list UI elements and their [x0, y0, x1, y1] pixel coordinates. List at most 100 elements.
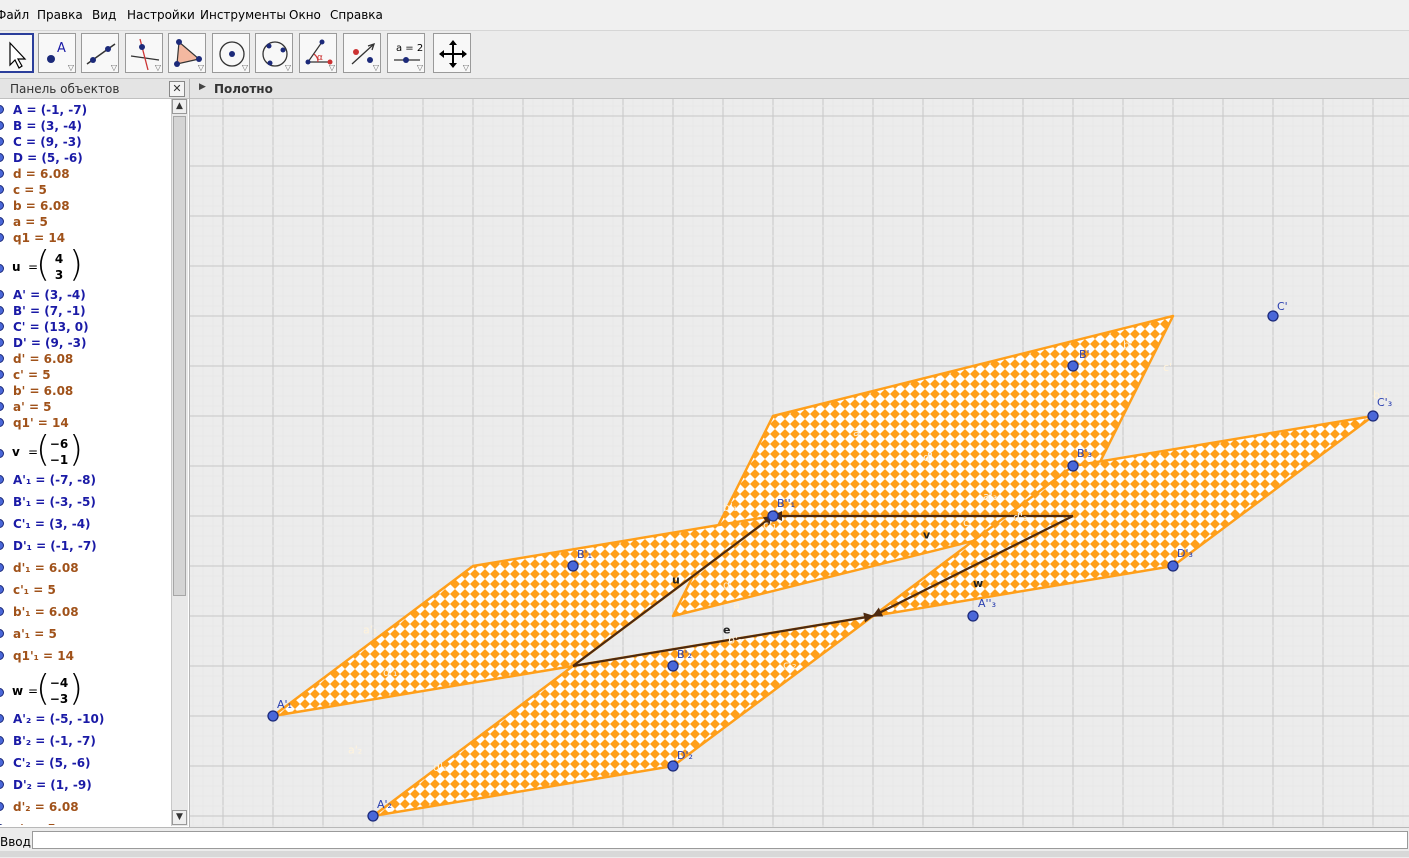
visibility-toggle[interactable] — [0, 153, 4, 162]
point[interactable] — [767, 510, 779, 522]
scroll-thumb[interactable] — [173, 116, 186, 596]
point[interactable] — [967, 610, 979, 622]
move-tool-button[interactable] — [0, 33, 34, 73]
menu-window[interactable]: Окно — [289, 8, 321, 22]
visibility-toggle[interactable] — [0, 585, 4, 594]
menu-edit[interactable]: Правка — [37, 8, 83, 22]
visibility-toggle[interactable] — [0, 629, 4, 638]
visibility-toggle[interactable] — [0, 354, 4, 363]
move-arrow-icon — [9, 41, 27, 69]
visibility-toggle[interactable] — [0, 370, 4, 379]
point[interactable] — [367, 810, 379, 822]
visibility-toggle[interactable] — [0, 185, 4, 194]
circle-three-points-tool-button[interactable]: ▽ — [255, 33, 293, 73]
visibility-toggle[interactable] — [0, 290, 4, 299]
visibility-toggle[interactable] — [0, 541, 4, 550]
visibility-toggle[interactable] — [0, 519, 4, 528]
visibility-toggle[interactable] — [0, 233, 4, 242]
visibility-toggle[interactable] — [0, 169, 4, 178]
visibility-toggle[interactable] — [0, 402, 4, 411]
vector-matrix: (−4 −3) — [36, 668, 84, 709]
menu-help[interactable]: Справка — [330, 8, 383, 22]
edge-label: a'₁ — [363, 624, 377, 637]
input-field[interactable] — [32, 831, 1408, 849]
vector-label: v — [923, 529, 931, 542]
point[interactable] — [1067, 460, 1079, 472]
point[interactable] — [567, 560, 579, 572]
point-label: B' — [1079, 348, 1090, 361]
circle-tool-button[interactable]: ▽ — [212, 33, 250, 73]
algebra-scrollbar[interactable]: ▲ ▼ — [171, 99, 188, 826]
visibility-toggle[interactable] — [0, 201, 4, 210]
visibility-toggle[interactable] — [0, 418, 4, 427]
graphics-view-header: ▶ Полотно — [190, 79, 1409, 99]
menu-tools[interactable]: Инструменты — [200, 8, 286, 22]
visibility-toggle[interactable] — [0, 497, 4, 506]
graphics-view[interactable]: uvwe b'c'a'd'b'₃c'₃b'₁c'₁d'₃a'₃a'₁d'₁cad… — [190, 99, 1409, 827]
visibility-toggle[interactable] — [0, 824, 4, 825]
visibility-toggle[interactable] — [0, 651, 4, 660]
visibility-toggle[interactable] — [0, 306, 4, 315]
visibility-toggle[interactable] — [0, 802, 4, 811]
svg-text:a = 2: a = 2 — [396, 43, 423, 54]
algebra-item-text: q1'₁ = 14 — [13, 649, 74, 663]
menu-file[interactable]: Файл — [0, 8, 29, 22]
scroll-down-arrow-icon[interactable]: ▼ — [172, 810, 187, 825]
angle-tool-button[interactable]: α ▽ — [299, 33, 337, 73]
edge-label: b'₁ — [723, 501, 737, 514]
vector-label: u — [672, 574, 680, 587]
edge-label: d'₂ — [433, 761, 447, 774]
visibility-toggle[interactable] — [0, 449, 4, 458]
point-label: C' — [1277, 300, 1288, 313]
visibility-toggle[interactable] — [0, 688, 4, 697]
point[interactable] — [1167, 560, 1179, 572]
algebra-item-text: c'₂ = 5 — [13, 822, 56, 825]
point[interactable] — [667, 660, 679, 672]
algebra-item-text: C'₁ = (3, -4) — [13, 517, 91, 531]
move-graphics-tool-button[interactable]: ▽ — [433, 33, 471, 73]
perpendicular-tool-button[interactable]: ▽ — [125, 33, 163, 73]
point[interactable] — [1067, 360, 1079, 372]
polygon-tool-button[interactable]: ▽ — [168, 33, 206, 73]
toolbar: A ▽ ▽ ▽ ▽ ▽ ▽ α ▽ ▽ a = 2 ▽ ▽ — [0, 31, 1409, 79]
visibility-toggle[interactable] — [0, 714, 4, 723]
visibility-toggle[interactable] — [0, 137, 4, 146]
vector-label: w — [973, 577, 983, 590]
edge-label: b'₂ — [728, 634, 742, 647]
algebra-view-header: Панель объектов ✕ — [0, 79, 189, 99]
algebra-item-text: c'₁ = 5 — [13, 583, 56, 597]
menu-settings[interactable]: Настройки — [127, 8, 195, 22]
point[interactable] — [667, 760, 679, 772]
point[interactable] — [267, 710, 279, 722]
visibility-toggle[interactable] — [0, 736, 4, 745]
reflect-tool-button[interactable]: ▽ — [343, 33, 381, 73]
edge-label: a' — [853, 426, 863, 439]
vector-name: u — [12, 260, 21, 274]
visibility-toggle[interactable] — [0, 386, 4, 395]
scroll-up-arrow-icon[interactable]: ▲ — [172, 99, 187, 114]
point-label: D'₂ — [677, 749, 693, 762]
visibility-toggle[interactable] — [0, 758, 4, 767]
visibility-toggle[interactable] — [0, 121, 4, 130]
slider-tool-button[interactable]: a = 2 ▽ — [387, 33, 425, 73]
point-tool-button[interactable]: A ▽ — [38, 33, 76, 73]
algebra-item-text: C' = (13, 0) — [13, 320, 89, 334]
visibility-toggle[interactable] — [0, 563, 4, 572]
visibility-toggle[interactable] — [0, 217, 4, 226]
menu-view[interactable]: Вид — [92, 8, 116, 22]
algebra-view: Панель объектов ✕ A = (-1, -7) B = (3, -4… — [0, 79, 190, 827]
line-tool-button[interactable]: ▽ — [81, 33, 119, 73]
status-strip — [0, 851, 1409, 857]
visibility-toggle[interactable] — [0, 475, 4, 484]
visibility-toggle[interactable] — [0, 105, 4, 114]
algebra-item-text: A'₁ = (-7, -8) — [13, 473, 96, 487]
point[interactable] — [1367, 410, 1379, 422]
visibility-toggle[interactable] — [0, 322, 4, 331]
visibility-toggle[interactable] — [0, 338, 4, 347]
close-icon[interactable]: ✕ — [169, 81, 185, 97]
visibility-toggle[interactable] — [0, 264, 4, 273]
visibility-toggle[interactable] — [0, 780, 4, 789]
collapse-arrow-icon[interactable]: ▶ — [199, 82, 206, 92]
visibility-toggle[interactable] — [0, 607, 4, 616]
algebra-item-text: a = 5 — [13, 215, 48, 229]
